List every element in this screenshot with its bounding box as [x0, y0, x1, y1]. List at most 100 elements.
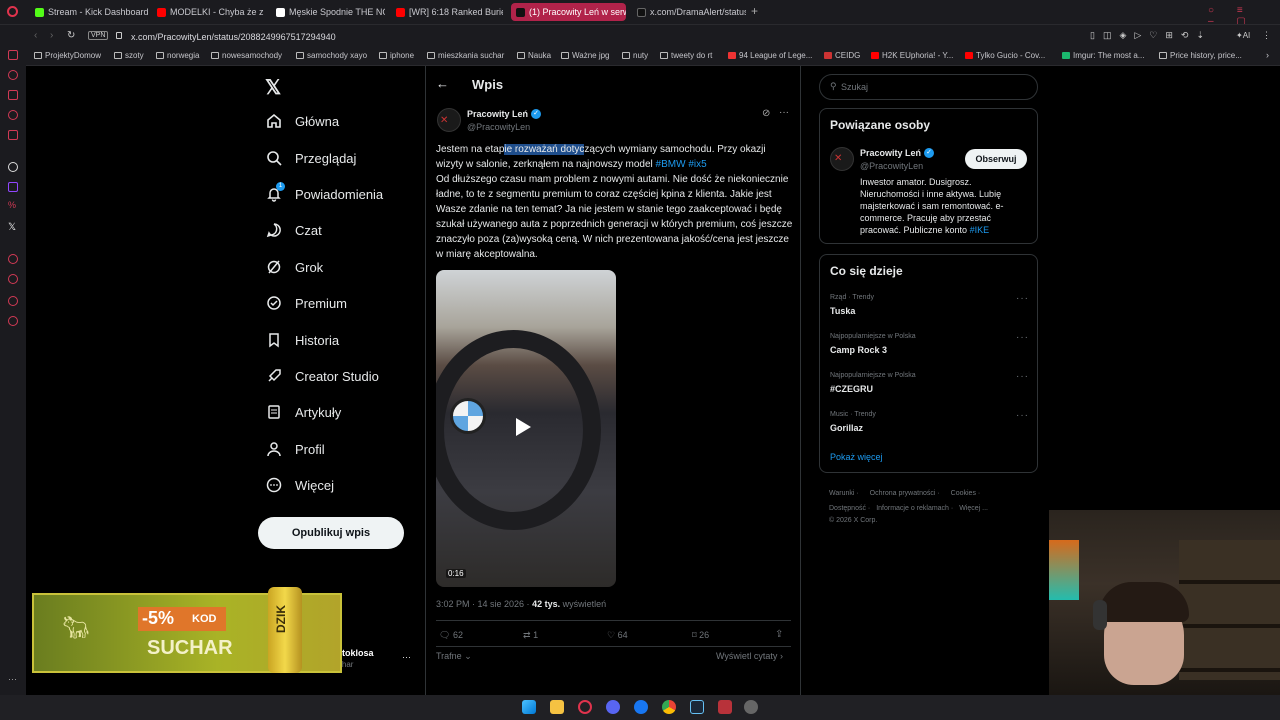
author-avatar[interactable]: ✕ — [437, 108, 461, 132]
like-button[interactable]: ♡ 64 — [607, 630, 628, 641]
sidebar-more-icon[interactable]: ··· — [8, 674, 17, 684]
tab-kick[interactable]: Stream - Kick Dashboard — [30, 3, 148, 21]
footer-link[interactable]: Dostępność — [829, 505, 866, 512]
share-icon[interactable]: ⇪ — [775, 629, 783, 640]
footer-link[interactable]: Ochrona prywatności — [870, 490, 936, 497]
sidebar-app-icon[interactable] — [8, 296, 18, 306]
tab-spodnie[interactable]: Męskie Spodnie THE NOR — [271, 3, 385, 21]
percent-icon[interactable]: % — [8, 200, 16, 210]
trend-item[interactable]: Music · Trendy Gorillaz ··· — [820, 408, 1039, 444]
trend-item[interactable]: Najpopularniejsze w Polska Camp Rock 3 ·… — [820, 330, 1039, 366]
bookmark-folder[interactable]: nowesamochody — [211, 51, 282, 60]
back-arrow-icon[interactable]: ← — [436, 76, 449, 91]
bookmark-link[interactable]: Price history, price... — [1159, 51, 1242, 60]
bookmark-link[interactable]: H2K EUphoria! - Y... — [871, 51, 953, 60]
messenger-icon[interactable] — [634, 700, 648, 714]
ai-icon[interactable]: ✦AI — [1236, 31, 1250, 40]
bookmark-link[interactable]: Imgur: The most a... — [1062, 51, 1144, 60]
footer-link[interactable]: Warunki — [829, 490, 854, 497]
bookmark-folder[interactable]: Nauka — [517, 51, 551, 60]
post-more-icon[interactable]: ··· — [779, 107, 789, 118]
hashtag-link[interactable]: #BMW #ix5 — [656, 159, 707, 170]
bookmark-folder[interactable]: norwegia — [156, 51, 199, 60]
post-time[interactable]: 3:02 PM · 14 sie 2026 · — [436, 599, 532, 609]
tab-pracowity-len[interactable]: (1) Pracowity Leń w serwis — [511, 3, 626, 21]
bookmark-link[interactable]: 94 League of Lege... — [728, 51, 812, 60]
sidebar-app-icon[interactable] — [8, 50, 18, 60]
tab-modelki[interactable]: MODELKI - Chyba że z Te — [152, 3, 264, 21]
author-handle[interactable]: @PracowityLen — [467, 122, 530, 132]
url-field[interactable]: x.com/PracowityLen/status/20882499675172… — [131, 29, 1131, 45]
footer-link[interactable]: Informacje o reklamach — [876, 505, 949, 512]
settings-icon[interactable] — [8, 316, 18, 326]
forward-icon[interactable]: › — [50, 30, 53, 41]
sort-dropdown[interactable]: Trafne ⌄ — [436, 651, 472, 662]
shield-app-icon[interactable] — [718, 700, 732, 714]
bookmark-folder[interactable]: mieszkania suchar — [427, 51, 504, 60]
video-player[interactable]: 0:16 — [436, 270, 616, 587]
tab-dramaalert[interactable]: x.com/DramaAlert/status/2 — [632, 3, 746, 21]
sidebar-app-icon[interactable] — [8, 254, 18, 264]
trend-item[interactable]: Najpopularniejsze w Polska #CZEGRU ··· — [820, 369, 1039, 405]
back-icon[interactable]: ‹ — [34, 30, 37, 41]
bookmark-folder[interactable]: nuty — [622, 51, 648, 60]
sidebar-app-icon[interactable] — [8, 90, 18, 100]
file-explorer-icon[interactable] — [550, 700, 564, 714]
reload-icon[interactable]: ↻ — [67, 30, 75, 41]
divider — [436, 620, 791, 621]
footer-link[interactable]: Więcej ... — [959, 505, 988, 512]
bookmarks-more-icon[interactable]: › — [1266, 50, 1269, 60]
discord-icon[interactable] — [606, 700, 620, 714]
windows-start-icon[interactable] — [522, 700, 536, 714]
bookmark-link[interactable]: Tylko Gucio - Cov... — [965, 51, 1045, 60]
hashtag-link[interactable]: #IKE — [970, 225, 990, 235]
more-icon[interactable]: ··· — [402, 652, 411, 662]
bookmark-folder[interactable]: szoty — [114, 51, 144, 60]
menu-icon[interactable]: ⋮ — [1262, 30, 1271, 41]
search-icon — [267, 151, 282, 166]
show-more-link[interactable]: Pokaż więcej — [830, 452, 883, 462]
history-icon[interactable] — [8, 274, 18, 284]
chrome-icon[interactable] — [662, 700, 676, 714]
follow-button[interactable]: Obserwuj — [965, 149, 1027, 169]
more-icon[interactable]: ··· — [1016, 410, 1029, 421]
twitch-icon[interactable] — [8, 182, 18, 192]
bookmark-link[interactable]: CEIDG — [824, 51, 860, 60]
search-box[interactable]: ⚲ Szukaj — [819, 74, 1038, 100]
reply-button[interactable]: 🗨︎ 62 — [439, 630, 463, 641]
x-logo-icon[interactable]: 𝕏 — [265, 75, 281, 100]
sidebar-app-icon[interactable] — [8, 70, 18, 80]
bookmark-button[interactable]: ⌑ 26 — [692, 630, 709, 641]
related-handle[interactable]: @PracowityLen — [860, 161, 923, 171]
opera-logo-icon[interactable] — [7, 6, 18, 17]
bookmark-folder[interactable]: tweety do rt — [660, 51, 712, 60]
vpn-badge[interactable]: VPN — [88, 31, 109, 40]
repost-button[interactable]: ⇄ 1 — [523, 630, 538, 641]
sidebar-app-icon[interactable] — [8, 130, 18, 140]
view-quotes-link[interactable]: Wyświetl cytaty › — [716, 651, 783, 661]
related-name[interactable]: Pracowity Leń — [860, 148, 921, 158]
trend-item[interactable]: Rząd · Trendy Tuska ··· — [820, 291, 1039, 327]
new-tab-button[interactable]: + — [751, 4, 758, 18]
opera-icon[interactable] — [578, 700, 592, 714]
steam-icon[interactable] — [690, 700, 704, 714]
publish-post-button[interactable]: Opublikuj wpis — [258, 517, 404, 549]
tab-ranked[interactable]: [WR] 6:18 Ranked Buried T — [391, 3, 503, 21]
bookmark-folder[interactable]: iphone — [379, 51, 414, 60]
bookmark-folder[interactable]: samochody xayo — [296, 51, 367, 60]
sidebar-app-icon[interactable] — [8, 110, 18, 120]
more-icon[interactable]: ··· — [1016, 332, 1029, 343]
x-logo-icon[interactable]: 𝕏 — [8, 222, 16, 233]
related-avatar[interactable]: ✕ — [830, 147, 854, 171]
bookmark-folder[interactable]: ProjektyDomow — [34, 51, 101, 60]
author-name[interactable]: Pracowity Leń — [467, 109, 528, 119]
more-icon[interactable]: ··· — [1016, 293, 1029, 304]
bookmark-folder[interactable]: Ważne jpg — [561, 51, 610, 60]
play-icon[interactable] — [516, 418, 531, 436]
footer-link[interactable]: Cookies — [951, 490, 976, 497]
chatgpt-icon[interactable] — [8, 162, 18, 172]
settings-icon[interactable] — [744, 700, 758, 714]
grok-icon[interactable]: ⊘ — [762, 108, 770, 119]
more-icon[interactable]: ··· — [1016, 371, 1029, 382]
toolbar-icons[interactable]: ▯◫◈▷♡⊞⟲⇣ — [1090, 30, 1212, 41]
